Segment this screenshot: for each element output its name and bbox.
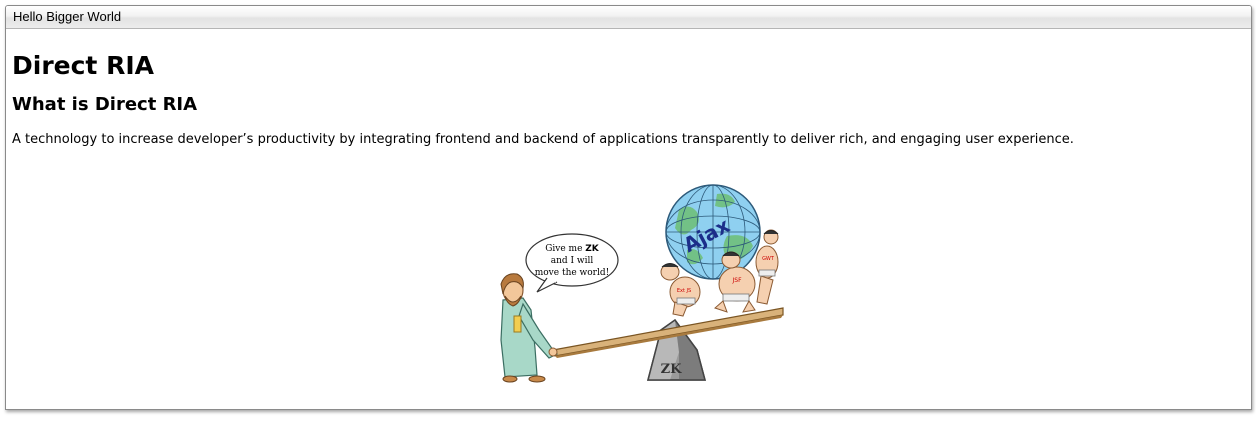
- speech-line-3: move the world!: [535, 268, 610, 278]
- speech-line-2: and I will: [551, 256, 594, 266]
- page-title: Direct RIA: [12, 51, 154, 80]
- window-title: Hello Bigger World: [13, 9, 122, 24]
- ajax-globe: Ajax: [665, 184, 761, 280]
- main-content: Direct RIA What is Direct RIA A technolo…: [6, 51, 1251, 148]
- direct-ria-illustration: ZK Give me ZK and I will move the world!: [500, 184, 784, 383]
- speech-line-1: Give me ZK: [545, 244, 600, 254]
- rock-label: ZK: [661, 362, 682, 377]
- window-titlebar: Hello Bigger World: [6, 6, 1251, 29]
- sumo-left-label: Ext JS: [677, 288, 691, 294]
- speech-bubble: Give me ZK and I will move the world!: [525, 233, 619, 293]
- archimedes-figure: [500, 273, 559, 383]
- description-text: A technology to increase developer’s pro…: [12, 132, 1074, 147]
- section-heading: What is Direct RIA: [12, 94, 198, 115]
- sumo-middle-label: JSF: [731, 277, 742, 284]
- sumo-right-label: GWT: [762, 256, 775, 262]
